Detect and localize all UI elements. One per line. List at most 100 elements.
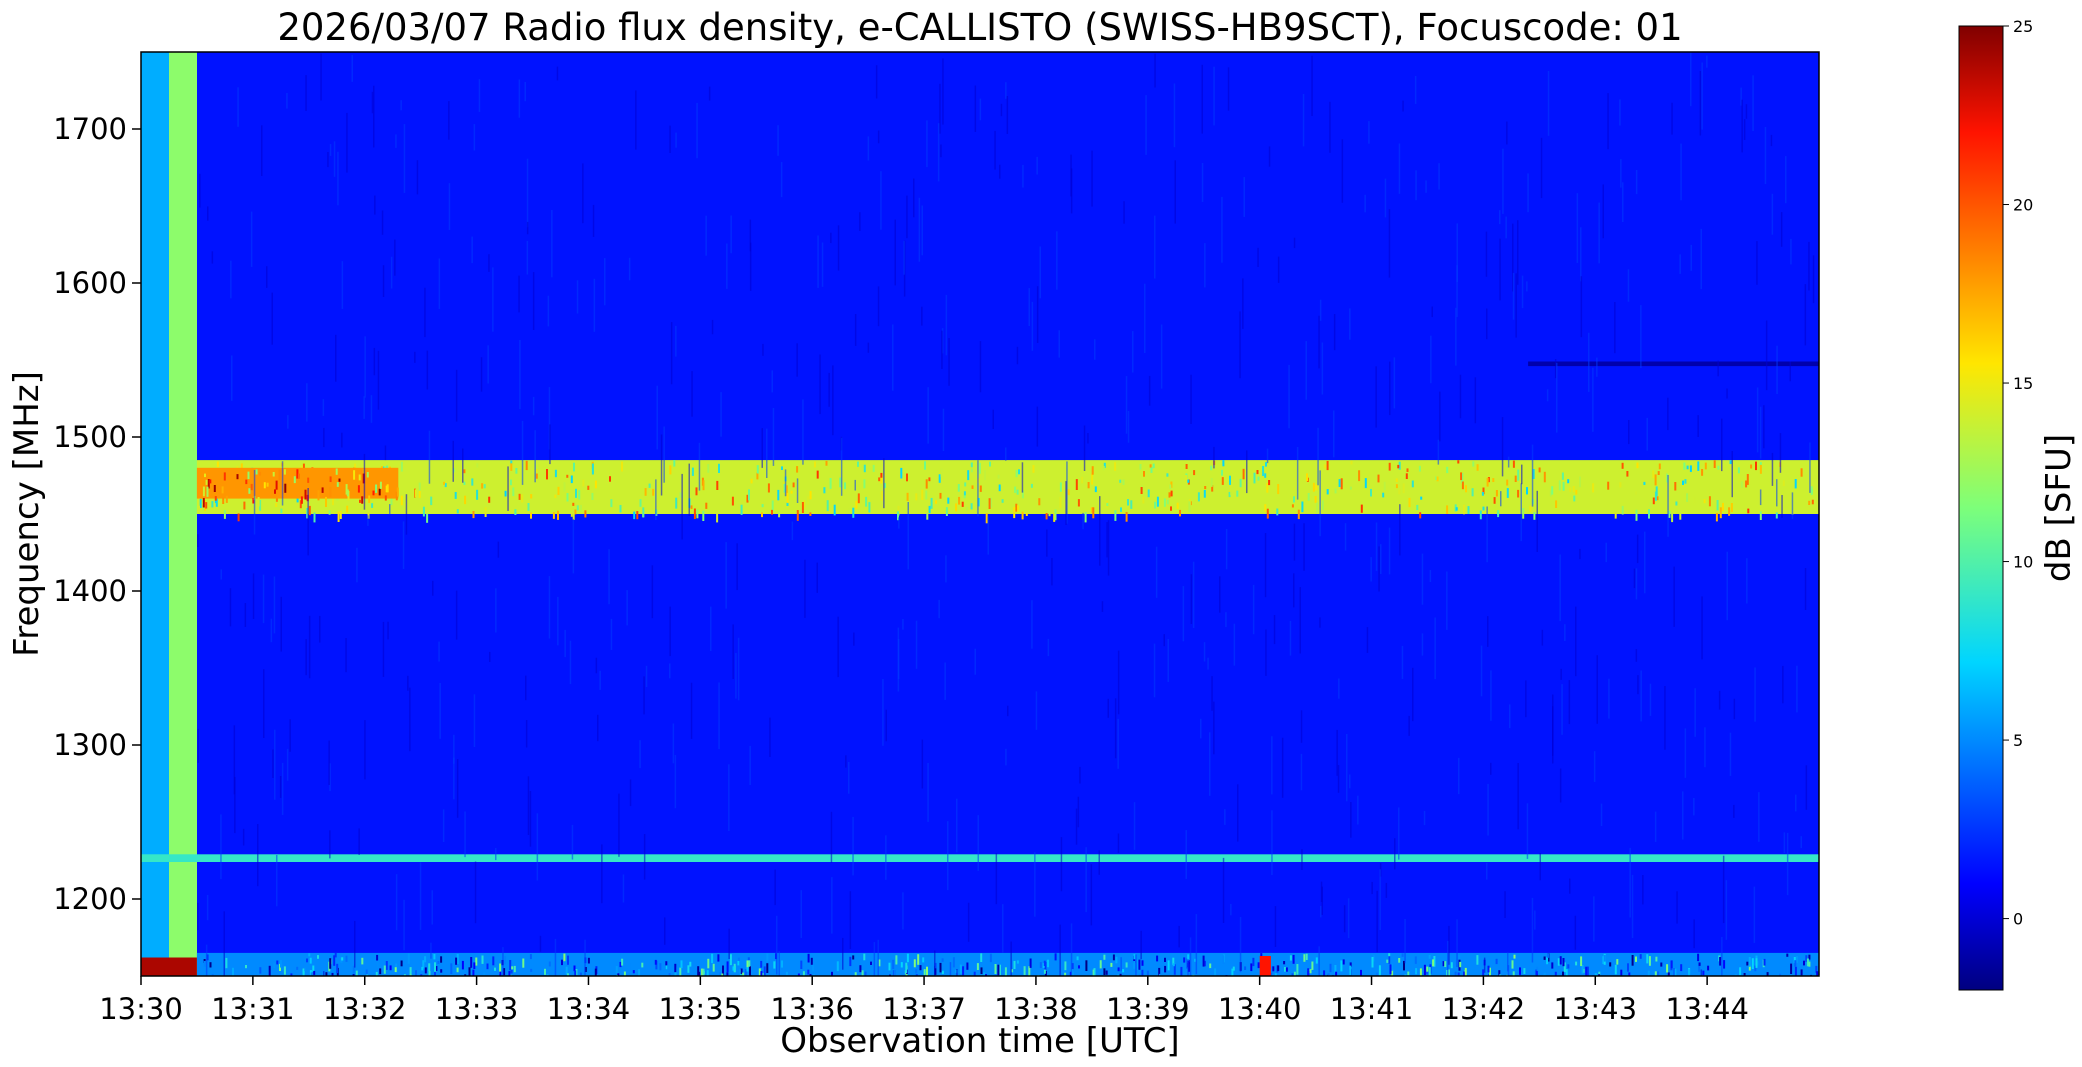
noise-streak <box>1099 496 1101 566</box>
noise-streak <box>374 195 376 215</box>
x-tick-label: 13:35 <box>659 992 743 1026</box>
noise-streak <box>882 679 884 746</box>
interference-speck <box>214 496 217 501</box>
interference-speck <box>1202 955 1205 967</box>
interference-speck <box>1077 499 1080 507</box>
interference-speck <box>766 963 769 973</box>
noise-streak <box>1637 675 1639 695</box>
noise-streak <box>669 606 671 657</box>
interference-speck <box>1522 508 1525 519</box>
interference-speck <box>434 962 436 972</box>
noise-streak <box>1408 715 1410 736</box>
noise-streak <box>1091 150 1093 207</box>
noise-streak <box>718 682 720 750</box>
interference-speck <box>1067 489 1070 496</box>
interference-speck <box>304 489 307 500</box>
noise-streak <box>1296 447 1299 500</box>
interference-speck <box>962 966 965 976</box>
noise-streak <box>854 314 857 346</box>
interference-speck <box>680 960 683 969</box>
interference-speck <box>424 967 427 974</box>
noise-streak <box>519 340 521 410</box>
noise-streak <box>1321 886 1323 915</box>
noise-streak <box>281 461 284 506</box>
interference-speck <box>707 464 710 473</box>
interference-speck <box>1091 473 1094 485</box>
interference-speck <box>609 476 611 482</box>
noise-streak <box>1574 915 1577 950</box>
interference-speck <box>1450 962 1453 969</box>
noise-streak <box>1227 67 1230 111</box>
noise-streak <box>610 618 613 650</box>
interference-speck <box>1460 472 1463 481</box>
interference-speck <box>985 513 988 524</box>
interference-speck <box>274 489 276 494</box>
noise-streak <box>1676 891 1678 924</box>
interference-speck <box>761 504 764 508</box>
noise-streak <box>1531 897 1534 963</box>
interference-speck <box>1569 487 1572 492</box>
noise-streak <box>771 370 773 393</box>
noise-streak <box>877 286 880 327</box>
interference-speck <box>514 509 517 515</box>
interference-speck <box>1266 508 1269 519</box>
interference-speck <box>209 962 212 968</box>
interference-speck <box>1759 511 1762 520</box>
interference-speck <box>1491 496 1494 504</box>
noise-streak <box>599 670 601 690</box>
interference-speck <box>1506 479 1509 486</box>
noise-streak <box>867 342 870 353</box>
interference-speck <box>1154 501 1157 509</box>
interference-speck <box>1546 957 1549 965</box>
noise-streak <box>1364 194 1366 213</box>
noise-streak <box>471 236 473 264</box>
interference-speck <box>1078 965 1080 969</box>
noise-streak <box>655 479 657 520</box>
noise-streak <box>1756 387 1759 453</box>
interference-speck <box>426 513 429 523</box>
noise-streak <box>698 442 701 491</box>
interference-speck <box>1377 474 1380 483</box>
noise-streak <box>1580 227 1582 282</box>
noise-streak <box>373 85 375 148</box>
noise-streak <box>926 120 928 168</box>
interference-speck <box>510 970 513 974</box>
interference-speck <box>1514 475 1517 482</box>
interference-speck <box>926 513 929 520</box>
interference-speck <box>941 970 944 975</box>
interference-speck <box>331 972 334 976</box>
noise-streak <box>1120 957 1122 972</box>
noise-streak <box>1343 905 1346 933</box>
interference-speck <box>247 471 250 480</box>
interference-speck <box>1256 470 1259 475</box>
interference-speck <box>205 502 208 509</box>
noise-streak <box>639 740 641 769</box>
interference-speck <box>773 961 776 969</box>
interference-speck <box>1156 496 1159 507</box>
noise-streak <box>1338 678 1340 699</box>
interference-speck <box>309 957 312 964</box>
noise-streak <box>1776 345 1778 394</box>
noise-streak <box>1546 389 1549 402</box>
interference-speck <box>536 469 538 473</box>
noise-streak <box>229 588 232 627</box>
interference-speck <box>1614 964 1617 975</box>
noise-streak <box>796 343 798 377</box>
noise-streak <box>1320 905 1322 918</box>
interference-speck <box>1580 956 1583 967</box>
interference-speck <box>1167 960 1170 971</box>
interference-speck <box>1766 972 1769 976</box>
noise-streak <box>1721 418 1723 472</box>
interference-speck <box>530 512 532 519</box>
noise-streak <box>1337 765 1340 793</box>
noise-streak <box>1393 357 1396 409</box>
interference-speck <box>1495 490 1498 497</box>
noise-streak <box>1346 734 1348 802</box>
interference-speck <box>1652 470 1655 479</box>
noise-streak <box>915 620 918 669</box>
interference-speck <box>807 953 810 963</box>
noise-streak <box>1559 554 1561 622</box>
interference-speck <box>1607 481 1610 490</box>
noise-streak <box>1771 452 1774 486</box>
interference-speck <box>563 953 566 962</box>
